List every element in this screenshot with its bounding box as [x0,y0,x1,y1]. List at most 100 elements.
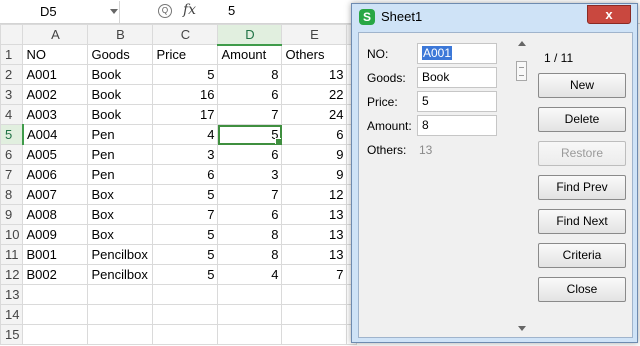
table-cell[interactable] [152,324,219,345]
table-cell[interactable]: A009 [22,224,89,245]
row-header[interactable]: 7 [0,164,24,185]
row-header[interactable]: 10 [0,224,24,245]
record-scrollbar[interactable] [516,41,528,331]
table-cell[interactable]: 5 [152,224,219,245]
table-cell[interactable]: A006 [22,164,89,185]
table-cell[interactable]: A007 [22,184,89,205]
table-cell[interactable] [217,304,283,325]
column-header-a[interactable]: A [22,24,89,45]
table-cell[interactable]: Pen [87,164,154,185]
criteria-button[interactable]: Criteria [538,243,626,268]
table-cell[interactable] [152,284,219,305]
table-cell[interactable]: Pencilbox [87,244,154,265]
row-header[interactable]: 15 [0,324,24,345]
table-cell[interactable]: 7 [281,264,348,285]
column-header-b[interactable]: B [87,24,154,45]
row-header[interactable]: 9 [0,204,24,225]
table-cell[interactable]: Others [281,44,348,65]
row-header[interactable]: 5 [0,124,24,145]
table-cell[interactable]: 13 [281,244,348,265]
table-cell[interactable]: 7 [217,184,283,205]
price-field[interactable]: 5 [417,91,497,112]
table-cell[interactable]: 6 [217,84,283,105]
row-header[interactable]: 8 [0,184,24,205]
table-cell[interactable]: B001 [22,244,89,265]
close-icon[interactable]: x [587,5,631,24]
table-cell[interactable]: 5 [152,244,219,265]
table-cell[interactable]: 9 [281,144,348,165]
row-header[interactable]: 4 [0,104,24,125]
table-cell[interactable]: B002 [22,264,89,285]
scroll-down-icon[interactable] [518,326,526,331]
find-prev-button[interactable]: Find Prev [538,175,626,200]
formula-input[interactable]: 5 [228,3,235,18]
table-cell[interactable] [22,284,89,305]
restore-button[interactable]: Restore [538,141,626,166]
table-cell[interactable]: A001 [22,64,89,85]
table-cell[interactable]: A008 [22,204,89,225]
row-header[interactable]: 3 [0,84,24,105]
table-cell[interactable]: Box [87,224,154,245]
column-header-e[interactable]: E [281,24,348,45]
table-cell[interactable]: Goods [87,44,154,65]
table-cell[interactable]: Book [87,64,154,85]
table-cell[interactable]: 7 [152,204,219,225]
active-cell[interactable]: 5 [217,124,283,145]
table-cell[interactable] [217,324,283,345]
table-cell[interactable]: 7 [217,104,283,125]
row-header[interactable]: 1 [0,44,24,65]
table-cell[interactable] [281,284,348,305]
scroll-up-icon[interactable] [518,41,526,46]
table-cell[interactable]: 9 [281,164,348,185]
table-cell[interactable]: 13 [281,64,348,85]
table-cell[interactable]: 22 [281,84,348,105]
scroll-thumb[interactable] [516,61,527,81]
table-cell[interactable]: 4 [217,264,283,285]
fx-icon[interactable]: fx [183,2,196,18]
name-box[interactable]: D5 [0,1,120,23]
table-cell[interactable]: 6 [152,164,219,185]
table-cell[interactable]: 5 [152,184,219,205]
table-cell[interactable]: Book [87,104,154,125]
table-cell[interactable]: A005 [22,144,89,165]
table-cell[interactable]: 12 [281,184,348,205]
table-cell[interactable]: 5 [152,264,219,285]
table-cell[interactable] [281,304,348,325]
column-header-d[interactable]: D [217,24,283,46]
table-cell[interactable] [152,304,219,325]
table-cell[interactable]: 13 [281,204,348,225]
table-cell[interactable]: 4 [152,124,219,145]
row-header[interactable]: 13 [0,284,24,305]
table-cell[interactable]: Box [87,184,154,205]
table-cell[interactable]: 8 [217,244,283,265]
table-cell[interactable]: A002 [22,84,89,105]
table-cell[interactable]: Pen [87,124,154,145]
row-header[interactable]: 11 [0,244,24,265]
table-cell[interactable]: Pen [87,144,154,165]
table-cell[interactable]: Book [87,84,154,105]
table-cell[interactable]: NO [22,44,89,65]
table-cell[interactable]: 13 [281,224,348,245]
table-cell[interactable]: 16 [152,84,219,105]
find-next-button[interactable]: Find Next [538,209,626,234]
table-cell[interactable]: 6 [217,204,283,225]
table-cell[interactable]: 8 [217,64,283,85]
table-cell[interactable]: Pencilbox [87,264,154,285]
table-cell[interactable]: 3 [152,144,219,165]
table-cell[interactable] [87,304,154,325]
table-cell[interactable] [281,324,348,345]
new-button[interactable]: New [538,73,626,98]
no-field[interactable]: A001 [417,43,497,64]
amount-field[interactable]: 8 [417,115,497,136]
row-header[interactable]: 2 [0,64,24,85]
zoom-icon[interactable]: Q [158,4,172,18]
name-box-dropdown-icon[interactable] [110,9,118,14]
table-cell[interactable]: Box [87,204,154,225]
row-header[interactable]: 12 [0,264,24,285]
table-cell[interactable] [22,304,89,325]
select-all-corner[interactable] [0,24,24,45]
table-cell[interactable] [87,324,154,345]
table-cell[interactable]: 17 [152,104,219,125]
table-cell[interactable] [22,324,89,345]
column-header-c[interactable]: C [152,24,219,45]
